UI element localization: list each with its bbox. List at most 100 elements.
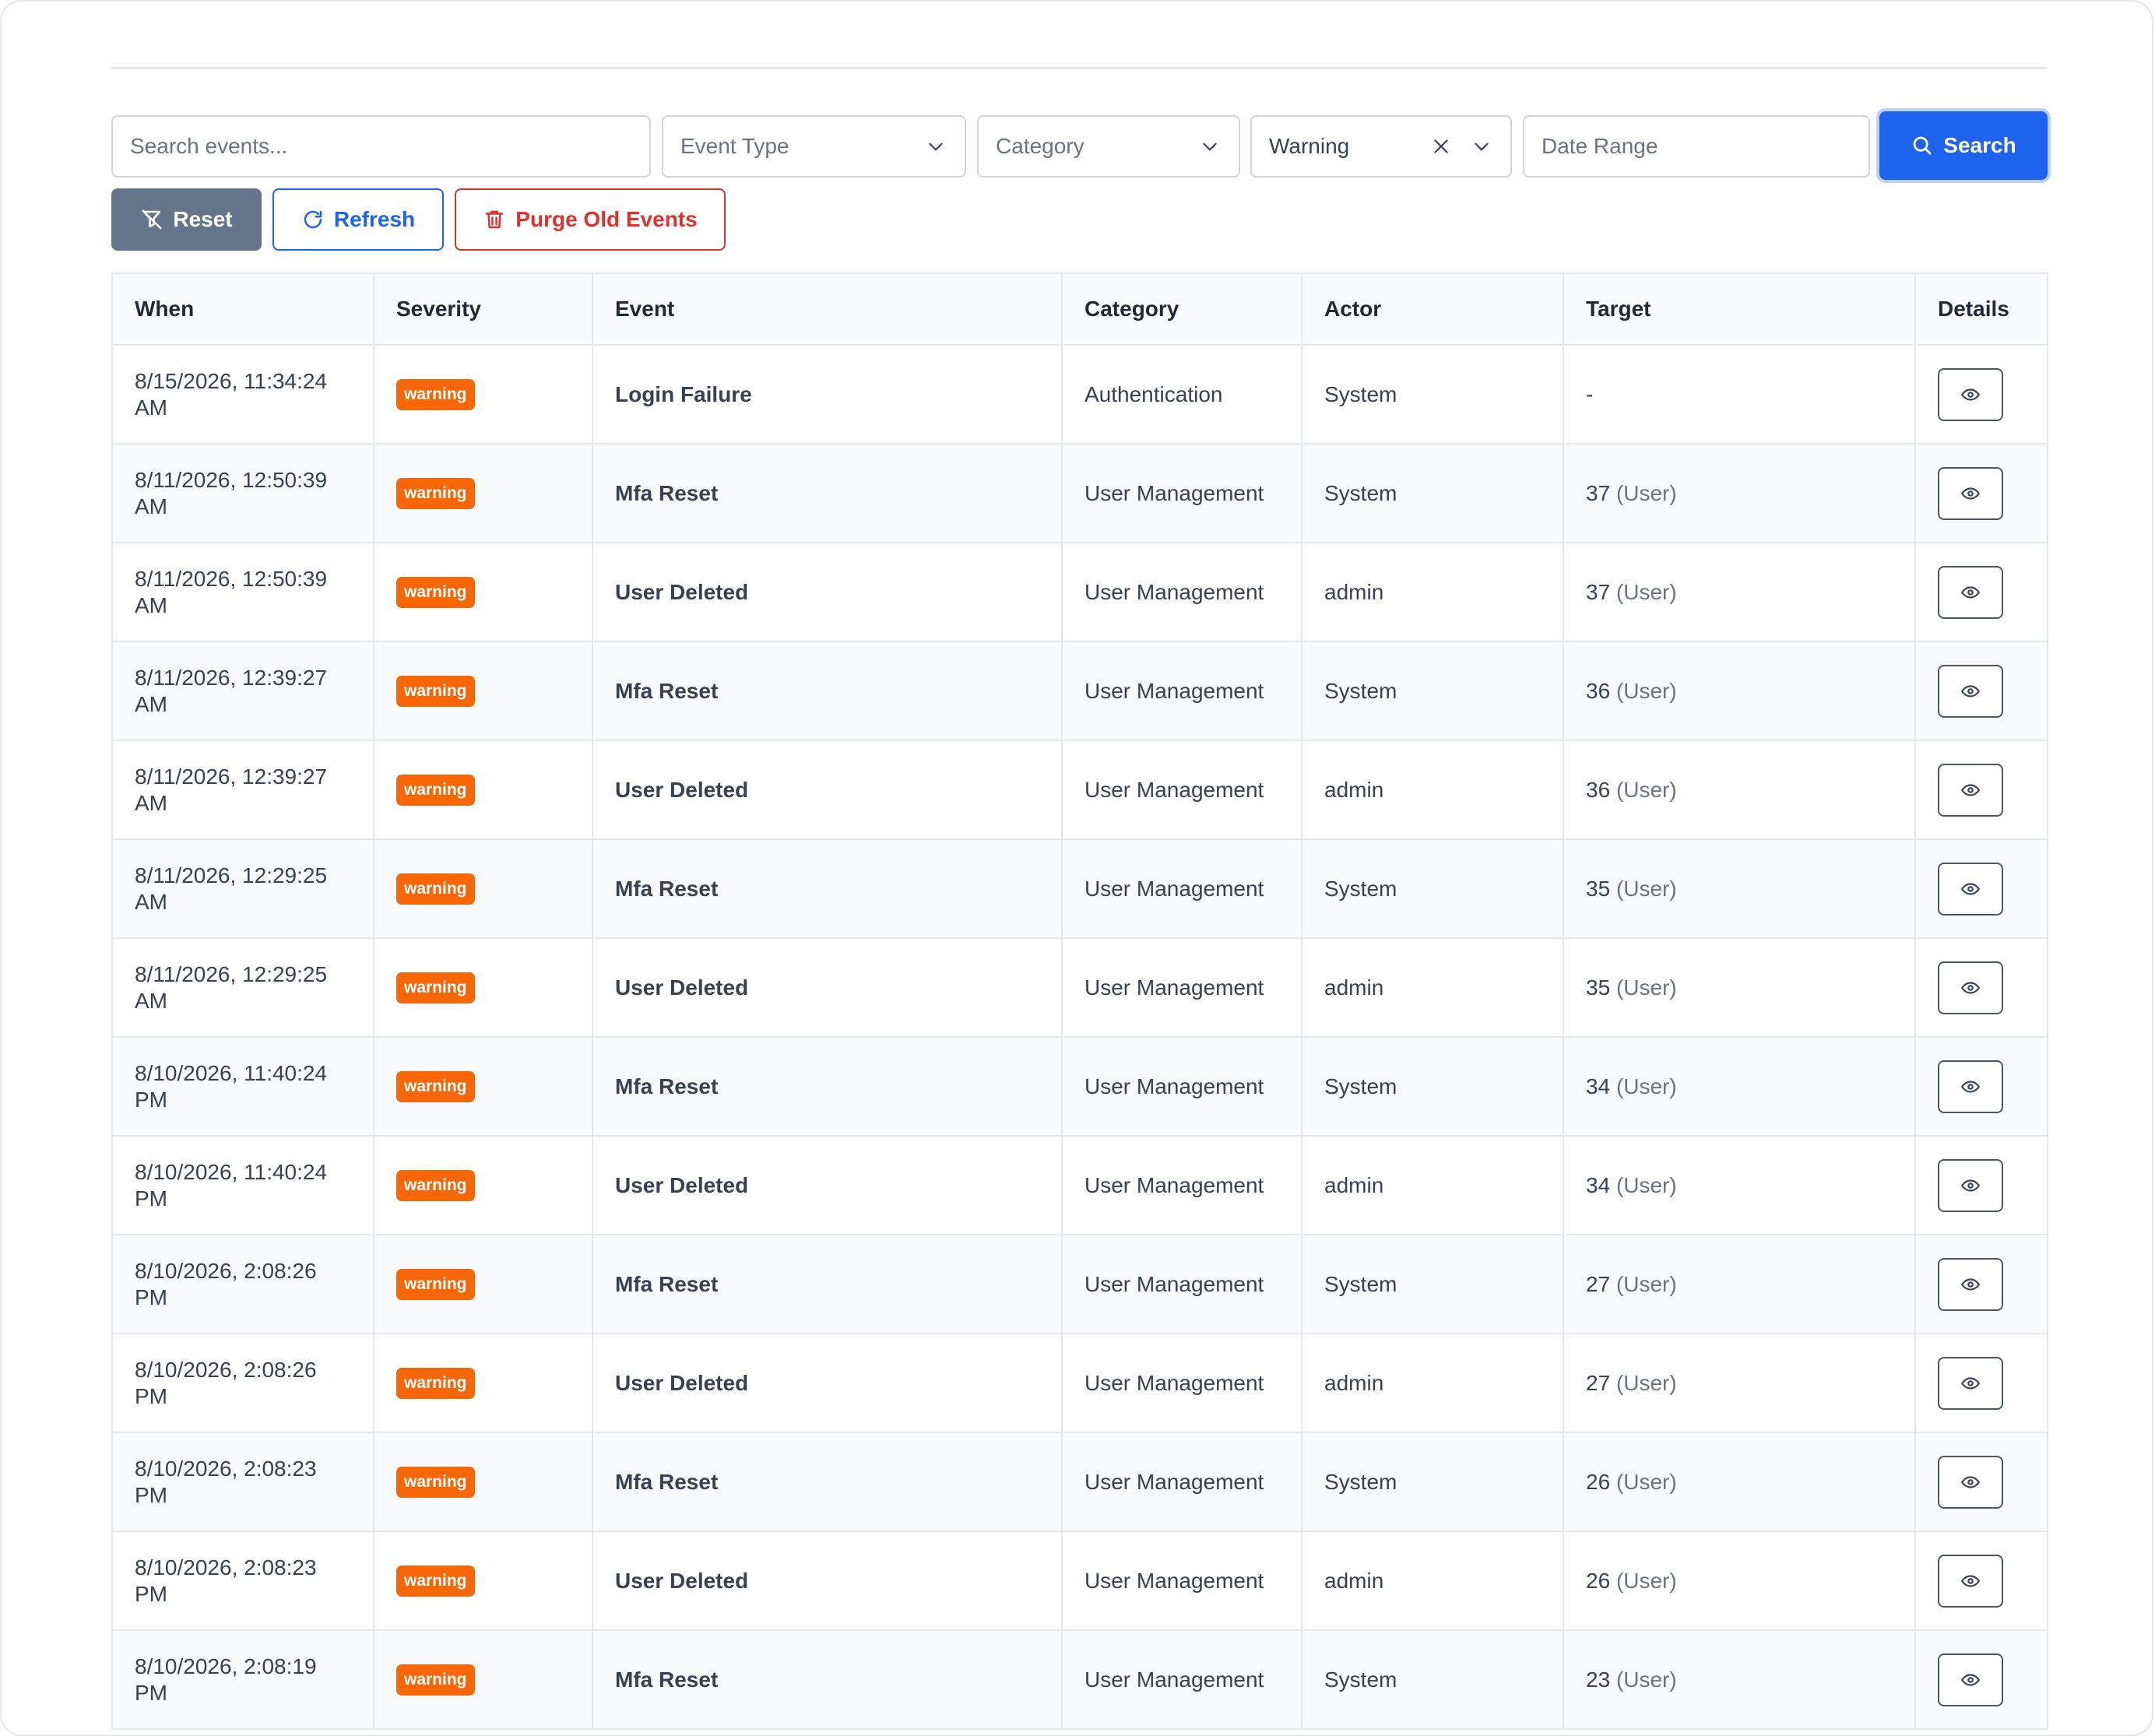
- eye-icon: [1961, 1574, 1980, 1587]
- cell-category: User Management: [1061, 1036, 1302, 1137]
- view-details-button[interactable]: [1938, 862, 2003, 915]
- cell-when: 8/11/2026, 12:50:39 AM: [111, 443, 374, 543]
- cell-actor: System: [1301, 1432, 1564, 1532]
- cell-severity: warning: [373, 740, 593, 840]
- cell-severity: warning: [373, 1036, 593, 1137]
- severity-badge: warning: [396, 576, 475, 608]
- cell-target: 36 (User): [1563, 740, 1916, 840]
- view-details-button[interactable]: [1938, 1060, 2003, 1113]
- cell-details: [1914, 1036, 2048, 1137]
- column-header-when: When: [111, 272, 374, 346]
- events-table-body: 8/15/2026, 11:34:24 AM warning Login Failu…: [111, 344, 2048, 1730]
- severity-select[interactable]: Warning: [1250, 115, 1512, 177]
- cell-category: User Management: [1061, 1135, 1302, 1235]
- search-button-label: Search: [1943, 133, 2016, 157]
- target-type: (User): [1615, 480, 1677, 505]
- column-header-target: Target: [1563, 272, 1916, 346]
- eye-icon: [1961, 388, 1980, 401]
- cell-actor: System: [1301, 1234, 1564, 1334]
- target-id: 37: [1586, 480, 1611, 505]
- cell-event: User Deleted: [592, 1333, 1063, 1433]
- view-details-button[interactable]: [1938, 1158, 2003, 1212]
- eye-icon: [1961, 1673, 1980, 1686]
- severity-badge: warning: [396, 1466, 475, 1498]
- view-details-button[interactable]: [1938, 565, 2003, 619]
- category-select[interactable]: Category: [977, 115, 1240, 177]
- target-type: (User): [1615, 1370, 1677, 1395]
- view-details-button[interactable]: [1938, 1653, 2003, 1706]
- close-icon[interactable]: [1429, 135, 1453, 158]
- target-id: 26: [1586, 1469, 1611, 1494]
- view-details-button[interactable]: [1938, 763, 2003, 817]
- table-row: 8/10/2026, 11:40:24 PM warning User Delete…: [111, 1135, 2048, 1235]
- view-details-button[interactable]: [1938, 1455, 2003, 1509]
- column-header-details: Details: [1914, 272, 2048, 346]
- event-type-select[interactable]: Event Type: [662, 115, 966, 177]
- view-details-button[interactable]: [1938, 961, 2003, 1014]
- header-divider: [111, 67, 2047, 69]
- target-type: (User): [1615, 1271, 1677, 1296]
- cell-event: User Deleted: [592, 1135, 1063, 1235]
- table-row: 8/11/2026, 12:50:39 AM warning Mfa Reset Us…: [111, 443, 2048, 543]
- reset-button-label: Reset: [173, 207, 233, 231]
- view-details-button[interactable]: [1938, 367, 2003, 421]
- cell-actor: admin: [1301, 1530, 1564, 1631]
- table-row: 8/10/2026, 2:08:23 PM warning Mfa Reset Use…: [111, 1432, 2048, 1532]
- refresh-button[interactable]: Refresh: [272, 188, 444, 251]
- cell-target: 27 (User): [1563, 1333, 1916, 1433]
- cell-actor: System: [1301, 1036, 1564, 1137]
- search-input[interactable]: [130, 134, 632, 159]
- view-details-button[interactable]: [1938, 1257, 2003, 1311]
- target-type: (User): [1615, 1172, 1677, 1197]
- target-type: (User): [1615, 1667, 1677, 1692]
- table-row: 8/11/2026, 12:39:27 AM warning Mfa Reset Us…: [111, 641, 2048, 741]
- severity-badge: warning: [396, 477, 475, 509]
- view-details-button[interactable]: [1938, 664, 2003, 718]
- target-id: 26: [1586, 1568, 1611, 1593]
- cell-event: Mfa Reset: [592, 838, 1063, 939]
- table-row: 8/10/2026, 2:08:26 PM warning Mfa Reset Use…: [111, 1234, 2048, 1334]
- cell-severity: warning: [373, 641, 593, 741]
- cell-target: 37 (User): [1563, 542, 1916, 642]
- search-field[interactable]: [111, 115, 651, 177]
- cell-target: -: [1563, 344, 1916, 445]
- search-button[interactable]: Search: [1879, 111, 2048, 180]
- date-range-input[interactable]: [1542, 134, 1851, 159]
- purge-button-label: Purge Old Events: [515, 207, 698, 231]
- cell-actor: admin: [1301, 1333, 1564, 1433]
- reset-button[interactable]: Reset: [111, 188, 262, 251]
- chevron-down-icon: [1470, 135, 1493, 158]
- cell-event: Mfa Reset: [592, 641, 1063, 741]
- cell-details: [1914, 1135, 2048, 1235]
- target-id: 27: [1586, 1370, 1611, 1395]
- cell-details: [1914, 641, 2048, 741]
- target-id: 35: [1586, 975, 1611, 1000]
- cell-category: User Management: [1061, 1333, 1302, 1433]
- cell-severity: warning: [373, 443, 593, 543]
- cell-actor: System: [1301, 641, 1564, 741]
- cell-details: [1914, 1432, 2048, 1532]
- table-row: 8/11/2026, 12:29:25 AM warning User Delete…: [111, 937, 2048, 1038]
- cell-severity: warning: [373, 344, 593, 445]
- date-range-field[interactable]: [1523, 115, 1870, 177]
- cell-details: [1914, 1530, 2048, 1631]
- view-details-button[interactable]: [1938, 1554, 2003, 1608]
- cell-when: 8/10/2026, 2:08:23 PM: [111, 1432, 374, 1532]
- cell-category: User Management: [1061, 1432, 1302, 1532]
- severity-badge: warning: [396, 1565, 475, 1597]
- eye-icon: [1961, 1179, 1980, 1192]
- column-header-event: Event: [592, 272, 1063, 346]
- view-details-button[interactable]: [1938, 466, 2003, 520]
- cell-actor: admin: [1301, 542, 1564, 642]
- cell-actor: System: [1301, 443, 1564, 543]
- chevron-down-icon: [1198, 135, 1222, 158]
- target-id: 27: [1586, 1271, 1611, 1296]
- cell-when: 8/10/2026, 2:08:26 PM: [111, 1234, 374, 1334]
- target-id: 36: [1586, 678, 1611, 703]
- cell-event: Mfa Reset: [592, 443, 1063, 543]
- target-type: (User): [1615, 678, 1677, 703]
- cell-severity: warning: [373, 542, 593, 642]
- audit-events-page: Event Type Category Warning Search Reset…: [0, 0, 2153, 1736]
- view-details-button[interactable]: [1938, 1356, 2003, 1410]
- purge-old-events-button[interactable]: Purge Old Events: [455, 188, 726, 251]
